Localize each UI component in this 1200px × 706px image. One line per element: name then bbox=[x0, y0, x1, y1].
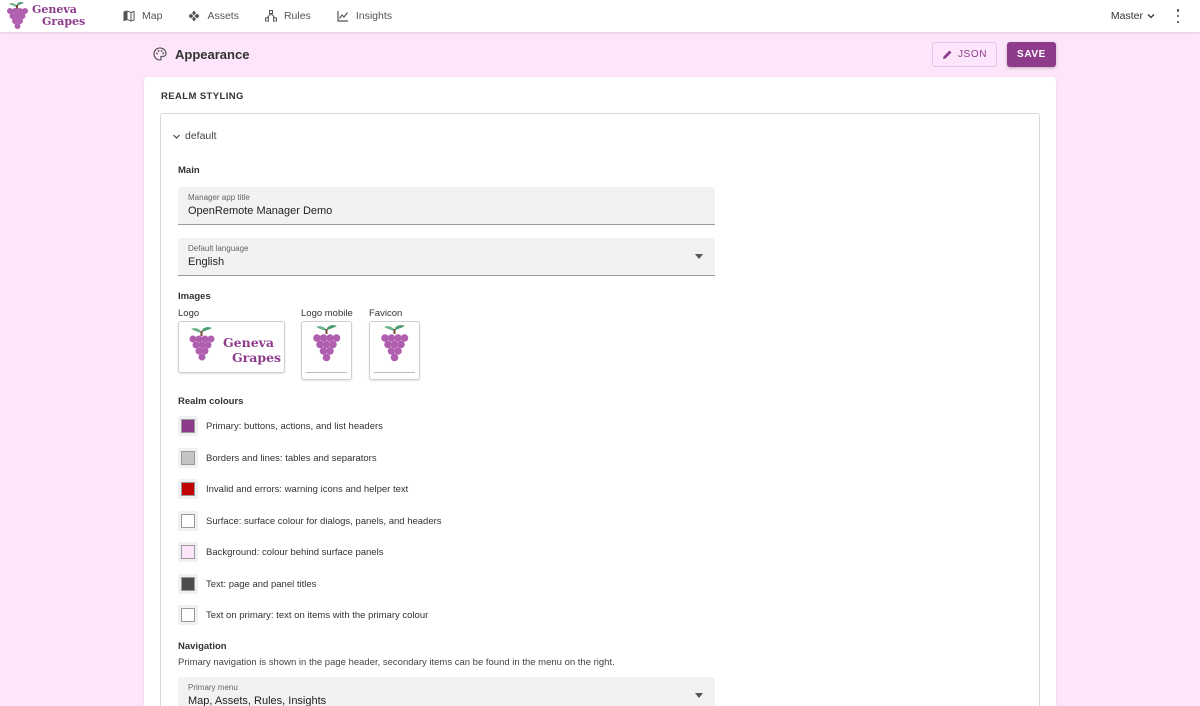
colour-label: Borders and lines: tables and separators bbox=[206, 452, 377, 464]
colour-primary[interactable]: Primary: buttons, actions, and list head… bbox=[178, 416, 383, 436]
app-title-field[interactable]: Manager app title OpenRemote Manager Dem… bbox=[178, 187, 715, 225]
colour-label: Primary: buttons, actions, and list head… bbox=[206, 420, 383, 432]
section-realm-colours: Realm colours bbox=[178, 396, 244, 407]
field-label: Manager app title bbox=[188, 193, 250, 202]
header-right: Master bbox=[1111, 0, 1200, 32]
default-language-select[interactable]: Default language English bbox=[178, 238, 715, 276]
field-label: Primary menu bbox=[188, 683, 238, 692]
colour-label: Background: colour behind surface panels bbox=[206, 546, 384, 558]
colour-swatch bbox=[181, 451, 195, 465]
section-navigation: Navigation bbox=[178, 641, 227, 652]
favicon-label: Favicon bbox=[369, 308, 403, 319]
section-main: Main bbox=[178, 165, 200, 176]
json-button[interactable]: JSON bbox=[932, 41, 997, 67]
favicon-image[interactable] bbox=[369, 321, 420, 380]
realm-selector[interactable]: Master bbox=[1111, 10, 1156, 22]
colour-swatch-frame bbox=[178, 574, 198, 594]
top-bar: Geneva Grapes Map Assets Rules Insights … bbox=[0, 0, 1200, 32]
colour-swatch bbox=[181, 482, 195, 496]
colour-swatch bbox=[181, 419, 195, 433]
nav-item-insights[interactable]: Insights bbox=[324, 0, 405, 32]
logo-image[interactable]: Geneva Grapes bbox=[178, 321, 285, 373]
panel-title: default bbox=[185, 130, 217, 142]
pencil-icon bbox=[942, 50, 952, 59]
realm-panel: default Main Manager app title OpenRemot… bbox=[160, 113, 1040, 706]
colour-borders[interactable]: Borders and lines: tables and separators bbox=[178, 448, 377, 468]
brand-line-2: Grapes bbox=[42, 15, 86, 28]
colour-swatch-frame bbox=[178, 542, 198, 562]
assets-icon bbox=[188, 10, 200, 22]
colour-swatch-frame bbox=[178, 416, 198, 436]
field-label: Default language bbox=[188, 244, 249, 253]
primary-menu-select[interactable]: Primary menu Map, Assets, Rules, Insight… bbox=[178, 677, 715, 706]
grapes-icon bbox=[7, 2, 28, 29]
colour-label: Surface: surface colour for dialogs, pan… bbox=[206, 515, 442, 527]
colour-label: Text: page and panel titles bbox=[206, 578, 317, 590]
nav-item-assets[interactable]: Assets bbox=[175, 0, 252, 32]
map-icon bbox=[123, 10, 135, 22]
page-title: Appearance bbox=[175, 46, 250, 62]
logo-label: Logo bbox=[178, 308, 200, 319]
nav-item-label: Rules bbox=[283, 10, 311, 22]
realm-styling-card: REALM STYLING default Main Manager app t… bbox=[144, 77, 1056, 706]
page-header: Appearance JSON SAVE bbox=[144, 40, 1056, 68]
colour-label: Text on primary: text on items with the … bbox=[206, 609, 429, 621]
nav-item-label: Map bbox=[142, 10, 163, 22]
field-value: Map, Assets, Rules, Insights bbox=[188, 695, 327, 706]
colour-surface[interactable]: Surface: surface colour for dialogs, pan… bbox=[178, 511, 442, 531]
colour-label: Invalid and errors: warning icons and he… bbox=[206, 483, 409, 495]
colour-swatch-frame bbox=[178, 479, 198, 499]
svg-text:Geneva: Geneva bbox=[223, 335, 274, 350]
colour-swatch-frame bbox=[178, 605, 198, 625]
json-button-label: JSON bbox=[957, 48, 988, 60]
brand-logo[interactable]: Geneva Grapes bbox=[0, 0, 110, 32]
colour-swatch-frame bbox=[178, 511, 198, 531]
colour-text[interactable]: Text: page and panel titles bbox=[178, 574, 316, 594]
nav-item-label: Assets bbox=[207, 10, 239, 22]
chevron-down-icon bbox=[173, 134, 180, 139]
chevron-down-icon bbox=[1147, 14, 1155, 19]
colour-text-on-primary[interactable]: Text on primary: text on items with the … bbox=[178, 605, 428, 625]
colour-background[interactable]: Background: colour behind surface panels bbox=[178, 542, 383, 562]
image-divider bbox=[306, 372, 347, 373]
more-menu-icon[interactable] bbox=[1172, 9, 1184, 23]
navigation-description: Primary navigation is shown in the page … bbox=[178, 657, 615, 668]
logo-mobile-image[interactable] bbox=[301, 321, 352, 380]
section-images: Images bbox=[178, 291, 211, 302]
logo-mobile-label: Logo mobile bbox=[301, 308, 353, 319]
insights-icon bbox=[337, 11, 348, 22]
nav-item-map[interactable]: Map bbox=[110, 0, 175, 32]
save-button[interactable]: SAVE bbox=[1007, 41, 1056, 67]
palette-icon bbox=[153, 47, 167, 61]
colour-swatch-frame bbox=[178, 448, 198, 468]
primary-nav: Map Assets Rules Insights bbox=[110, 0, 405, 32]
field-value: English bbox=[188, 256, 225, 268]
field-value: OpenRemote Manager Demo bbox=[188, 205, 333, 217]
panel-toggle[interactable]: default bbox=[172, 130, 217, 142]
card-title: REALM STYLING bbox=[161, 91, 244, 102]
rules-icon bbox=[264, 10, 277, 22]
colour-swatch bbox=[181, 514, 195, 528]
svg-text:Grapes: Grapes bbox=[232, 350, 281, 365]
colour-swatch bbox=[181, 577, 195, 591]
colour-swatch bbox=[181, 608, 195, 622]
dropdown-caret-icon bbox=[695, 254, 703, 259]
grapes-logo-icon: Geneva Grapes bbox=[189, 327, 281, 365]
brand-name: Geneva Grapes bbox=[32, 4, 85, 28]
colour-swatch bbox=[181, 545, 195, 559]
image-divider bbox=[374, 372, 415, 373]
colour-invalid[interactable]: Invalid and errors: warning icons and he… bbox=[178, 479, 408, 499]
realm-name: Master bbox=[1110, 10, 1143, 22]
dropdown-caret-icon bbox=[695, 693, 703, 698]
nav-item-label: Insights bbox=[355, 10, 392, 22]
nav-item-rules[interactable]: Rules bbox=[252, 0, 324, 32]
